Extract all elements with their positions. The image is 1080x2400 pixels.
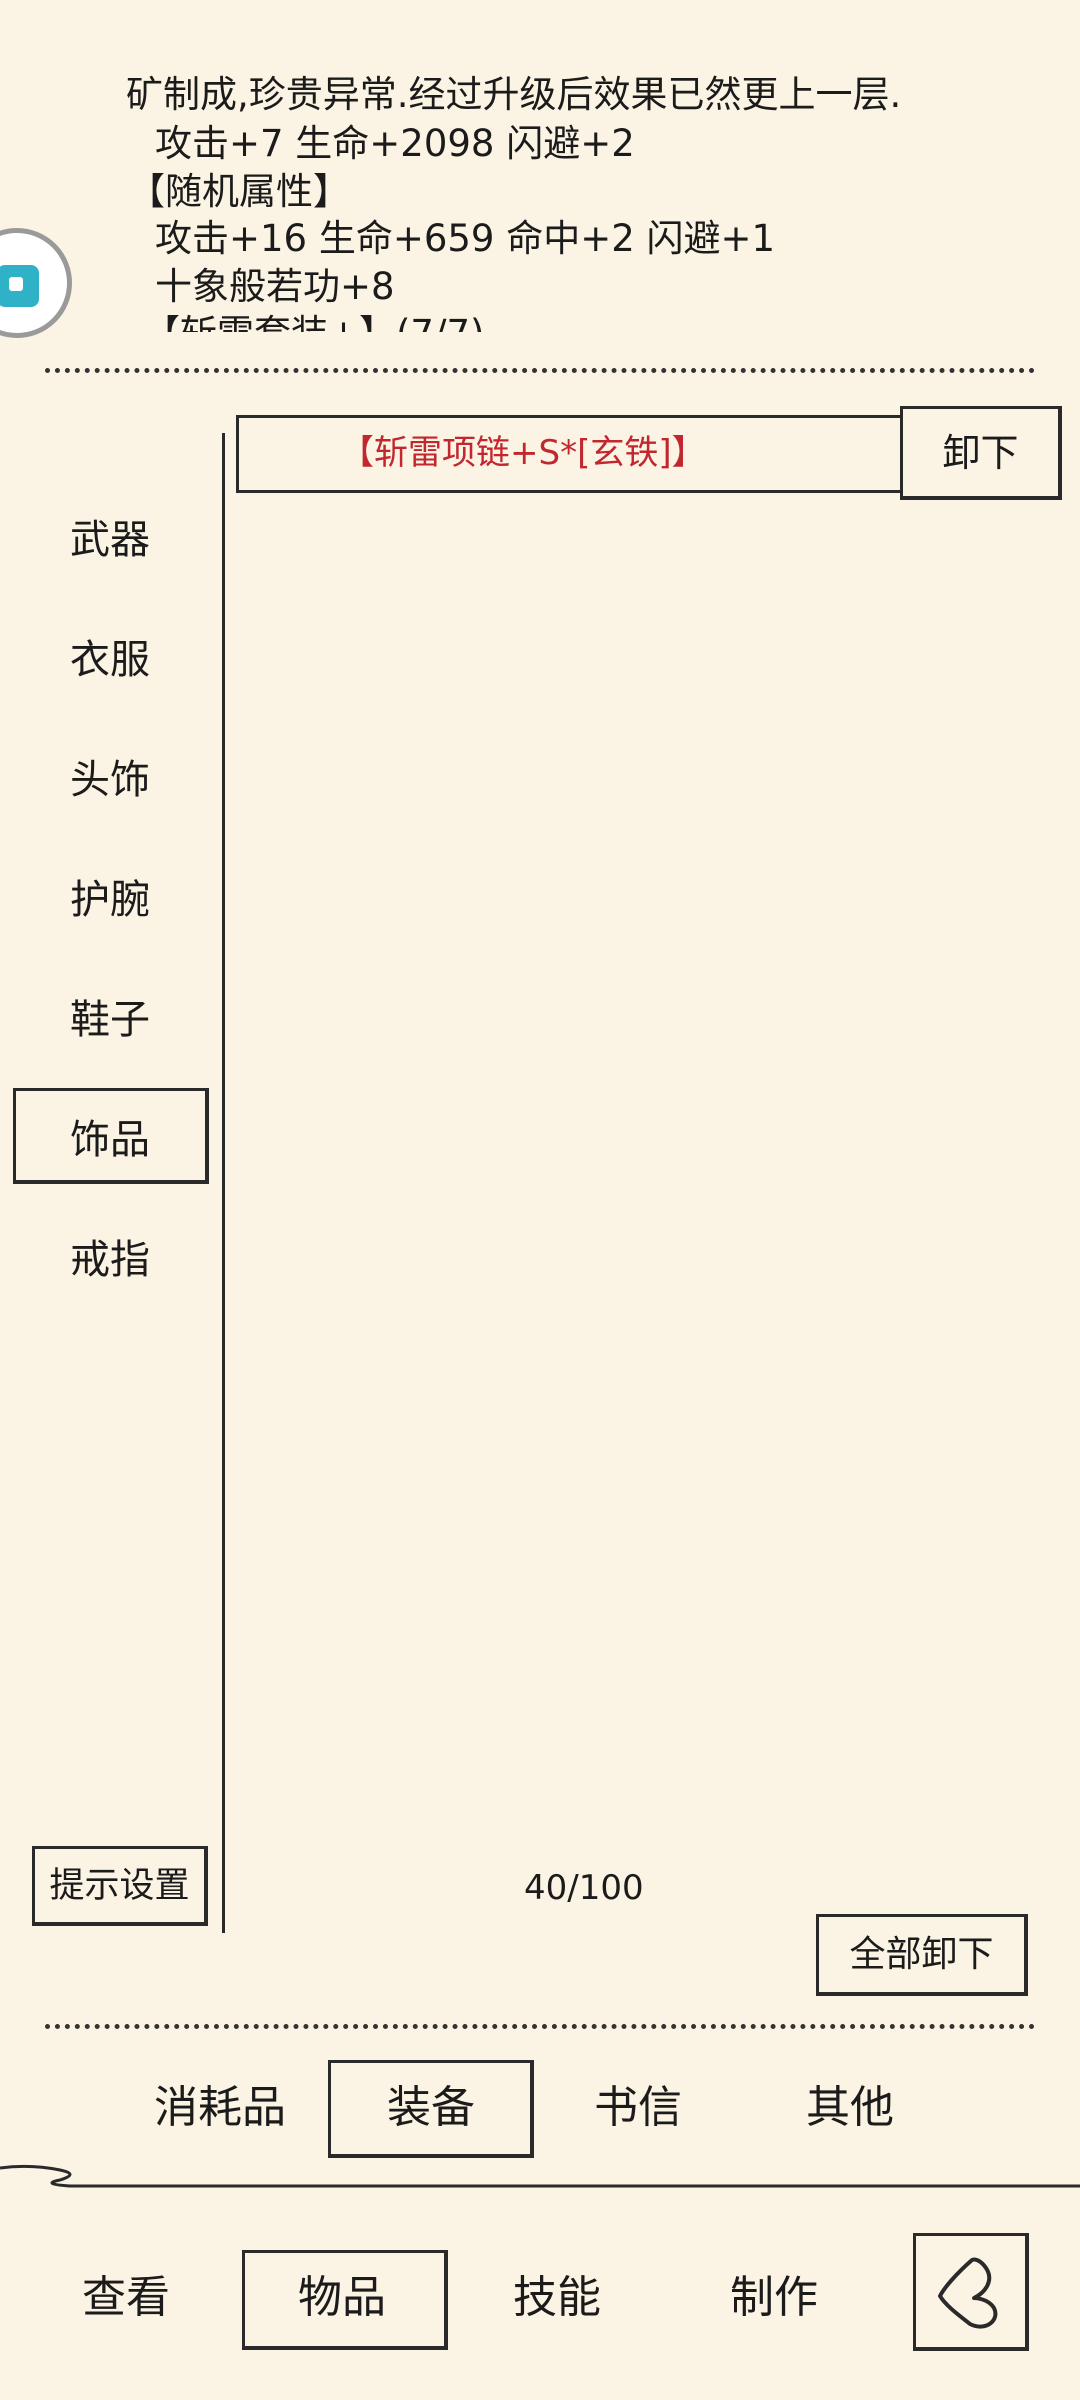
tab-equipment[interactable]: 装备: [387, 2080, 475, 2136]
description-line: 矿制成,珍贵异常.经过升级后效果已然更上一层.: [126, 73, 902, 116]
category-shoes[interactable]: 鞋子: [70, 995, 150, 1045]
back-button[interactable]: [913, 2233, 1029, 2351]
description-line: 【随机属性】: [128, 170, 350, 213]
nav-tab-items[interactable]: 物品: [298, 2270, 386, 2326]
description-line: 攻击+7 生命+2098 闪避+2: [155, 122, 635, 165]
back-arrow-icon: [938, 2257, 998, 2329]
app-shortcut-icon: [0, 265, 39, 307]
nav-tab-skills[interactable]: 技能: [513, 2270, 601, 2326]
hint-settings-button[interactable]: 提示设置: [32, 1846, 208, 1926]
category-weapon[interactable]: 武器: [70, 515, 150, 565]
equipped-item-name[interactable]: 【斩雷项链+S*[玄铁]】: [340, 430, 706, 476]
inventory-capacity: 40/100: [524, 1868, 644, 1908]
description-line: 【斩雷套装+】(7/7): [143, 311, 484, 332]
category-clothes[interactable]: 衣服: [70, 635, 150, 685]
tab-letters[interactable]: 书信: [594, 2080, 682, 2136]
tab-consumables[interactable]: 消耗品: [154, 2080, 286, 2136]
description-line: 十象般若功+8: [155, 265, 395, 308]
brush-stroke-divider: [0, 2164, 1080, 2188]
unequip-all-button[interactable]: 全部卸下: [816, 1914, 1028, 1996]
category-headwear[interactable]: 头饰: [70, 755, 150, 805]
nav-tab-craft[interactable]: 制作: [730, 2270, 818, 2326]
tab-other[interactable]: 其他: [806, 2080, 894, 2136]
divider: [45, 2024, 1035, 2029]
description-line: 攻击+16 生命+659 命中+2 闪避+1: [155, 217, 776, 260]
category-ring[interactable]: 戒指: [70, 1235, 150, 1285]
unequip-button[interactable]: 卸下: [900, 406, 1062, 500]
nav-tab-view[interactable]: 查看: [82, 2270, 170, 2326]
category-divider: [222, 433, 225, 1933]
divider: [45, 368, 1035, 373]
item-description-panel[interactable]: 矿制成,珍贵异常.经过升级后效果已然更上一层. 攻击+7 生命+2098 闪避+…: [0, 0, 1080, 335]
category-bracers[interactable]: 护腕: [70, 875, 150, 925]
category-accessory[interactable]: 饰品: [70, 1115, 150, 1165]
